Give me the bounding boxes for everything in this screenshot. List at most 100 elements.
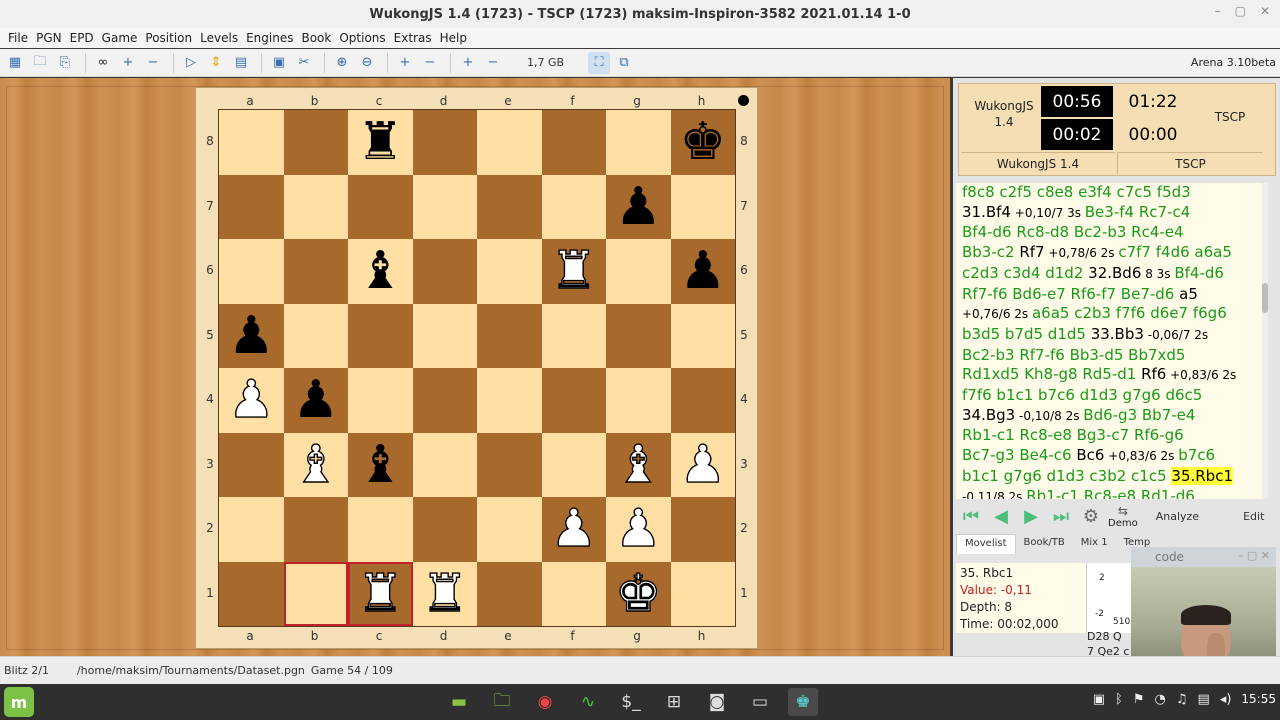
black-pawn-icon[interactable]: ♟	[679, 245, 726, 297]
square-e4[interactable]	[477, 368, 542, 433]
square-g1[interactable]: ♚	[606, 561, 671, 626]
taskbar-clock[interactable]: 15:55	[1241, 692, 1276, 707]
square-f5[interactable]	[541, 303, 606, 368]
square-d5[interactable]	[412, 303, 477, 368]
level-down-icon[interactable]: −	[142, 52, 164, 74]
scrollbar-thumb[interactable]	[1262, 283, 1268, 313]
level-up-icon[interactable]: +	[117, 52, 139, 74]
first-move-icon[interactable]: ⏮	[956, 502, 986, 530]
terminal-icon[interactable]: $_	[616, 688, 646, 716]
black-pawn-icon[interactable]: ♟	[292, 374, 339, 426]
white-pawn-icon[interactable]: ♟	[227, 374, 275, 427]
square-h5[interactable]	[670, 303, 735, 368]
white-pawn-icon[interactable]: ♟	[550, 503, 598, 556]
menu-extras[interactable]: Extras	[394, 31, 432, 45]
square-f4[interactable]	[541, 368, 606, 433]
white-rook-icon[interactable]: ♜	[356, 567, 404, 620]
webcam-titlebar[interactable]: code – ▢ ✕	[1131, 547, 1276, 567]
epd-add-icon[interactable]: +	[457, 52, 479, 74]
minimize-button[interactable]: –	[1215, 4, 1221, 18]
square-a3[interactable]	[219, 432, 284, 497]
square-d4[interactable]	[412, 368, 477, 433]
square-b2[interactable]	[283, 497, 348, 562]
square-a5[interactable]: ♟	[219, 303, 284, 368]
square-d1[interactable]: ♜	[412, 561, 477, 626]
menu-book[interactable]: Book	[301, 31, 331, 45]
board-icon[interactable]: ▤	[230, 52, 252, 74]
square-f8[interactable]	[541, 110, 606, 175]
square-h4[interactable]	[670, 368, 735, 433]
music-icon[interactable]: ♫	[1176, 692, 1188, 707]
next-move-icon[interactable]: ▶	[1016, 502, 1046, 530]
save-icon[interactable]: ⎘	[54, 52, 76, 74]
tab-book-tb[interactable]: Book/TB	[1016, 534, 1073, 554]
black-rook-icon[interactable]: ♜	[357, 116, 404, 168]
square-e1[interactable]	[477, 561, 542, 626]
white-pawn-icon[interactable]: ♟	[679, 438, 727, 491]
restore-icon[interactable]: ⧉	[613, 52, 635, 74]
square-e7[interactable]	[477, 174, 542, 239]
move[interactable]: Rf7	[1019, 243, 1044, 261]
square-e2[interactable]	[477, 497, 542, 562]
clipboard-icon[interactable]: ▤	[1198, 692, 1210, 707]
white-rook-icon[interactable]: ♜	[421, 567, 469, 620]
white-pawn-icon[interactable]: ♟	[614, 503, 662, 556]
square-e8[interactable]	[477, 110, 542, 175]
camera-icon[interactable]: ▣	[1093, 692, 1105, 707]
square-h8[interactable]: ♚	[670, 110, 735, 175]
edit-button[interactable]: Edit	[1243, 510, 1264, 523]
white-rook-icon[interactable]: ♜	[550, 245, 598, 298]
square-b6[interactable]	[283, 239, 348, 304]
close-button[interactable]: ✕	[1260, 4, 1270, 18]
chrome-icon[interactable]: ◉	[530, 688, 560, 716]
square-e6[interactable]	[477, 239, 542, 304]
square-a8[interactable]	[219, 110, 284, 175]
move[interactable]: Bc6	[1076, 446, 1104, 464]
menu-position[interactable]: Position	[145, 31, 192, 45]
square-h7[interactable]	[670, 174, 735, 239]
square-b1[interactable]	[283, 561, 348, 626]
square-f3[interactable]	[541, 432, 606, 497]
open-icon[interactable]: 🗀	[29, 52, 51, 74]
square-d3[interactable]	[412, 432, 477, 497]
square-h3[interactable]: ♟	[670, 432, 735, 497]
move[interactable]: 32.Bd6	[1088, 264, 1141, 282]
square-g7[interactable]: ♟	[606, 174, 671, 239]
square-g4[interactable]	[606, 368, 671, 433]
chess-board[interactable]: ♜ ♚ ♟ ♝ ♜ ♟ ♟ ♟ ♟ ♝ ♝ ♝ ♟ ♟ ♟ ♜ ♜ ♚	[218, 109, 736, 627]
square-a6[interactable]	[219, 239, 284, 304]
menu-game[interactable]: Game	[102, 31, 138, 45]
square-c3[interactable]: ♝	[348, 432, 413, 497]
current-move[interactable]: 35.Rbc1	[1171, 466, 1233, 485]
desktop-icon[interactable]: ▬	[444, 688, 474, 716]
square-f7[interactable]	[541, 174, 606, 239]
white-bishop-icon[interactable]: ♝	[614, 438, 662, 491]
previous-move-icon[interactable]: ◀	[986, 502, 1016, 530]
maximize-button[interactable]: ▢	[1235, 4, 1246, 18]
demo-icon[interactable]: ▷	[180, 52, 202, 74]
flip-icon[interactable]: ⇕	[205, 52, 227, 74]
wifi-icon[interactable]: ◔	[1155, 692, 1166, 707]
demo-button[interactable]: ⇆ Demo	[1108, 504, 1138, 529]
last-move-icon[interactable]: ⏭	[1046, 502, 1076, 530]
arena-chess-icon[interactable]: ♚	[788, 688, 818, 716]
menu-pgn[interactable]: PGN	[36, 31, 62, 45]
move[interactable]: Rf6	[1141, 365, 1166, 383]
square-b5[interactable]	[283, 303, 348, 368]
square-g3[interactable]: ♝	[606, 432, 671, 497]
zoom-out-icon[interactable]: ⊖	[356, 52, 378, 74]
webcam-controls[interactable]: – ▢ ✕	[1238, 549, 1270, 562]
menu-epd[interactable]: EPD	[70, 31, 94, 45]
zoom-in-icon[interactable]: ⊕	[331, 52, 353, 74]
tools-icon[interactable]: ✂	[293, 52, 315, 74]
move-list-scrollbar[interactable]	[1262, 183, 1268, 499]
engine-settings-icon[interactable]: ⚙	[1076, 502, 1106, 530]
black-bishop-icon[interactable]: ♝	[357, 439, 404, 491]
square-c1[interactable]: ♜	[348, 561, 413, 626]
new-game-icon[interactable]: ▦	[4, 52, 26, 74]
square-g8[interactable]	[606, 110, 671, 175]
square-b7[interactable]	[283, 174, 348, 239]
analyze-button[interactable]: Analyze	[1156, 510, 1199, 523]
square-f6[interactable]: ♜	[541, 239, 606, 304]
square-c2[interactable]	[348, 497, 413, 562]
